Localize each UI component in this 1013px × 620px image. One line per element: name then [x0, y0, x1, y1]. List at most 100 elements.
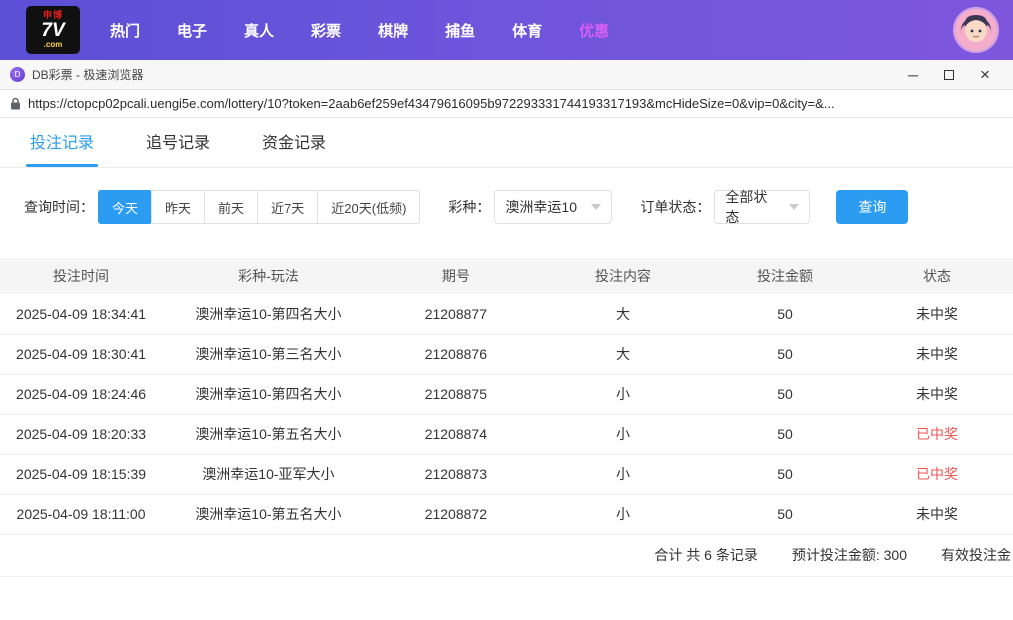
header-bet-time: 投注时间	[0, 258, 162, 294]
browser-titlebar: D DB彩票 - 极速浏览器 ─ ×	[0, 60, 1013, 90]
time-option-7days[interactable]: 近7天	[257, 190, 318, 224]
query-button[interactable]: 查询	[836, 190, 908, 224]
status-filter-label: 订单状态：	[640, 197, 710, 217]
header-issue: 期号	[375, 258, 537, 294]
lock-icon[interactable]	[10, 97, 21, 110]
nav-item-hot-games[interactable]: 热门	[110, 20, 140, 41]
cell-bet-content: 小	[537, 374, 709, 414]
browser-favicon: D	[10, 67, 25, 82]
url-text[interactable]: https://ctopcp02pcali.uengi5e.com/lotter…	[28, 96, 835, 111]
nav-item-cards[interactable]: 棋牌	[378, 20, 408, 41]
cell-game-play: 澳洲幸运10-第四名大小	[162, 374, 375, 414]
cell-status: 未中奖	[861, 294, 1013, 334]
cell-game-play: 澳洲幸运10-第四名大小	[162, 294, 375, 334]
lottery-select[interactable]: 澳洲幸运10	[494, 190, 612, 224]
cell-bet-time: 2025-04-09 18:15:39	[0, 454, 162, 494]
cell-bet-time: 2025-04-09 18:34:41	[0, 294, 162, 334]
summary-expected-amount: 预计投注金额: 300	[792, 545, 907, 565]
cell-bet-content: 大	[537, 334, 709, 374]
nav-item-lottery[interactable]: 彩票	[311, 20, 341, 41]
cell-bet-amount: 50	[709, 334, 861, 374]
cell-bet-time: 2025-04-09 18:30:41	[0, 334, 162, 374]
window-controls: ─ ×	[895, 62, 1003, 88]
cell-issue: 21208874	[375, 414, 537, 454]
maximize-button[interactable]	[931, 62, 967, 88]
header-status: 状态	[861, 258, 1013, 294]
table-row: 2025-04-09 18:20:33 澳洲幸运10-第五名大小 2120887…	[0, 414, 1013, 454]
cell-bet-amount: 50	[709, 414, 861, 454]
tab-fund-records[interactable]: 资金记录	[262, 129, 326, 167]
cell-issue: 21208873	[375, 454, 537, 494]
status-select[interactable]: 全部状态	[714, 190, 810, 224]
cell-issue: 21208876	[375, 334, 537, 374]
cell-bet-time: 2025-04-09 18:24:46	[0, 374, 162, 414]
summary-total: 合计 共 6 条记录	[654, 545, 757, 565]
cell-bet-time: 2025-04-09 18:11:00	[0, 494, 162, 534]
cell-bet-time: 2025-04-09 18:20:33	[0, 414, 162, 454]
status-select-value: 全部状态	[725, 187, 775, 227]
cell-game-play: 澳洲幸运10-第三名大小	[162, 334, 375, 374]
tab-chase-records[interactable]: 追号记录	[146, 129, 210, 167]
chevron-down-icon	[591, 204, 601, 210]
site-nav: 热门 电子 真人 彩票 棋牌 捕鱼 体育 优惠	[110, 20, 609, 41]
cell-bet-amount: 50	[709, 494, 861, 534]
user-avatar[interactable]	[953, 7, 999, 53]
close-button[interactable]: ×	[967, 62, 1003, 88]
cell-issue: 21208875	[375, 374, 537, 414]
cell-issue: 21208872	[375, 494, 537, 534]
record-tabs: 投注记录 追号记录 资金记录	[0, 118, 1013, 168]
lottery-filter-label: 彩种：	[448, 197, 490, 217]
nav-item-fishing[interactable]: 捕鱼	[445, 20, 475, 41]
filter-bar: 查询时间： 今天 昨天 前天 近7天 近20天(低频) 彩种： 澳洲幸运10 订…	[24, 190, 989, 224]
address-bar[interactable]: https://ctopcp02pcali.uengi5e.com/lotter…	[0, 90, 1013, 118]
time-option-20days[interactable]: 近20天(低频)	[317, 190, 420, 224]
tab-bet-records[interactable]: 投注记录	[30, 129, 94, 167]
logo-suffix-text: .com	[44, 41, 63, 49]
table-row: 2025-04-09 18:11:00 澳洲幸运10-第五名大小 2120887…	[0, 494, 1013, 534]
header-game-play: 彩种-玩法	[162, 258, 375, 294]
cell-status: 已中奖	[861, 454, 1013, 494]
site-logo[interactable]: 申博 7V .com	[26, 6, 80, 54]
summary-bar: 合计 共 6 条记录 预计投注金额: 300 有效投注金	[0, 535, 1013, 577]
cell-bet-amount: 50	[709, 294, 861, 334]
cell-bet-amount: 50	[709, 454, 861, 494]
table-row: 2025-04-09 18:30:41 澳洲幸运10-第三名大小 2120887…	[0, 334, 1013, 374]
time-filter-group: 今天 昨天 前天 近7天 近20天(低频)	[98, 190, 420, 224]
logo-main-text: 7V	[41, 21, 64, 40]
table-row: 2025-04-09 18:15:39 澳洲幸运10-亚军大小 21208873…	[0, 454, 1013, 494]
cell-game-play: 澳洲幸运10-第五名大小	[162, 494, 375, 534]
table-body: 2025-04-09 18:34:41 澳洲幸运10-第四名大小 2120887…	[0, 294, 1013, 534]
cell-bet-amount: 50	[709, 374, 861, 414]
site-header: 申博 7V .com 热门 电子 真人 彩票 棋牌 捕鱼 体育 优惠	[0, 0, 1013, 60]
cell-status: 已中奖	[861, 414, 1013, 454]
nav-item-promos[interactable]: 优惠	[579, 20, 609, 41]
window-title: DB彩票 - 极速浏览器	[32, 66, 143, 83]
logo-top-text: 申博	[43, 11, 63, 20]
time-option-day-before[interactable]: 前天	[204, 190, 258, 224]
chevron-down-icon	[789, 204, 799, 210]
cell-bet-content: 小	[537, 494, 709, 534]
time-option-yesterday[interactable]: 昨天	[151, 190, 205, 224]
table-header-row: 投注时间 彩种-玩法 期号 投注内容 投注金额 状态	[0, 258, 1013, 294]
table-row: 2025-04-09 18:24:46 澳洲幸运10-第四名大小 2120887…	[0, 374, 1013, 414]
cell-bet-content: 小	[537, 414, 709, 454]
header-bet-amount: 投注金额	[709, 258, 861, 294]
cell-bet-content: 大	[537, 294, 709, 334]
cell-game-play: 澳洲幸运10-亚军大小	[162, 454, 375, 494]
summary-valid-amount: 有效投注金	[941, 545, 1011, 565]
header-bet-content: 投注内容	[537, 258, 709, 294]
table-row: 2025-04-09 18:34:41 澳洲幸运10-第四名大小 2120887…	[0, 294, 1013, 334]
cell-issue: 21208877	[375, 294, 537, 334]
cell-game-play: 澳洲幸运10-第五名大小	[162, 414, 375, 454]
nav-item-slots[interactable]: 电子	[177, 20, 207, 41]
time-option-today[interactable]: 今天	[98, 190, 152, 224]
cell-status: 未中奖	[861, 494, 1013, 534]
nav-item-live[interactable]: 真人	[244, 20, 274, 41]
lottery-select-value: 澳洲幸运10	[505, 197, 577, 217]
minimize-button[interactable]: ─	[895, 62, 931, 88]
avatar-illustration	[955, 9, 997, 51]
cell-status: 未中奖	[861, 334, 1013, 374]
nav-item-sports[interactable]: 体育	[512, 20, 542, 41]
cell-bet-content: 小	[537, 454, 709, 494]
maximize-icon	[944, 70, 954, 80]
